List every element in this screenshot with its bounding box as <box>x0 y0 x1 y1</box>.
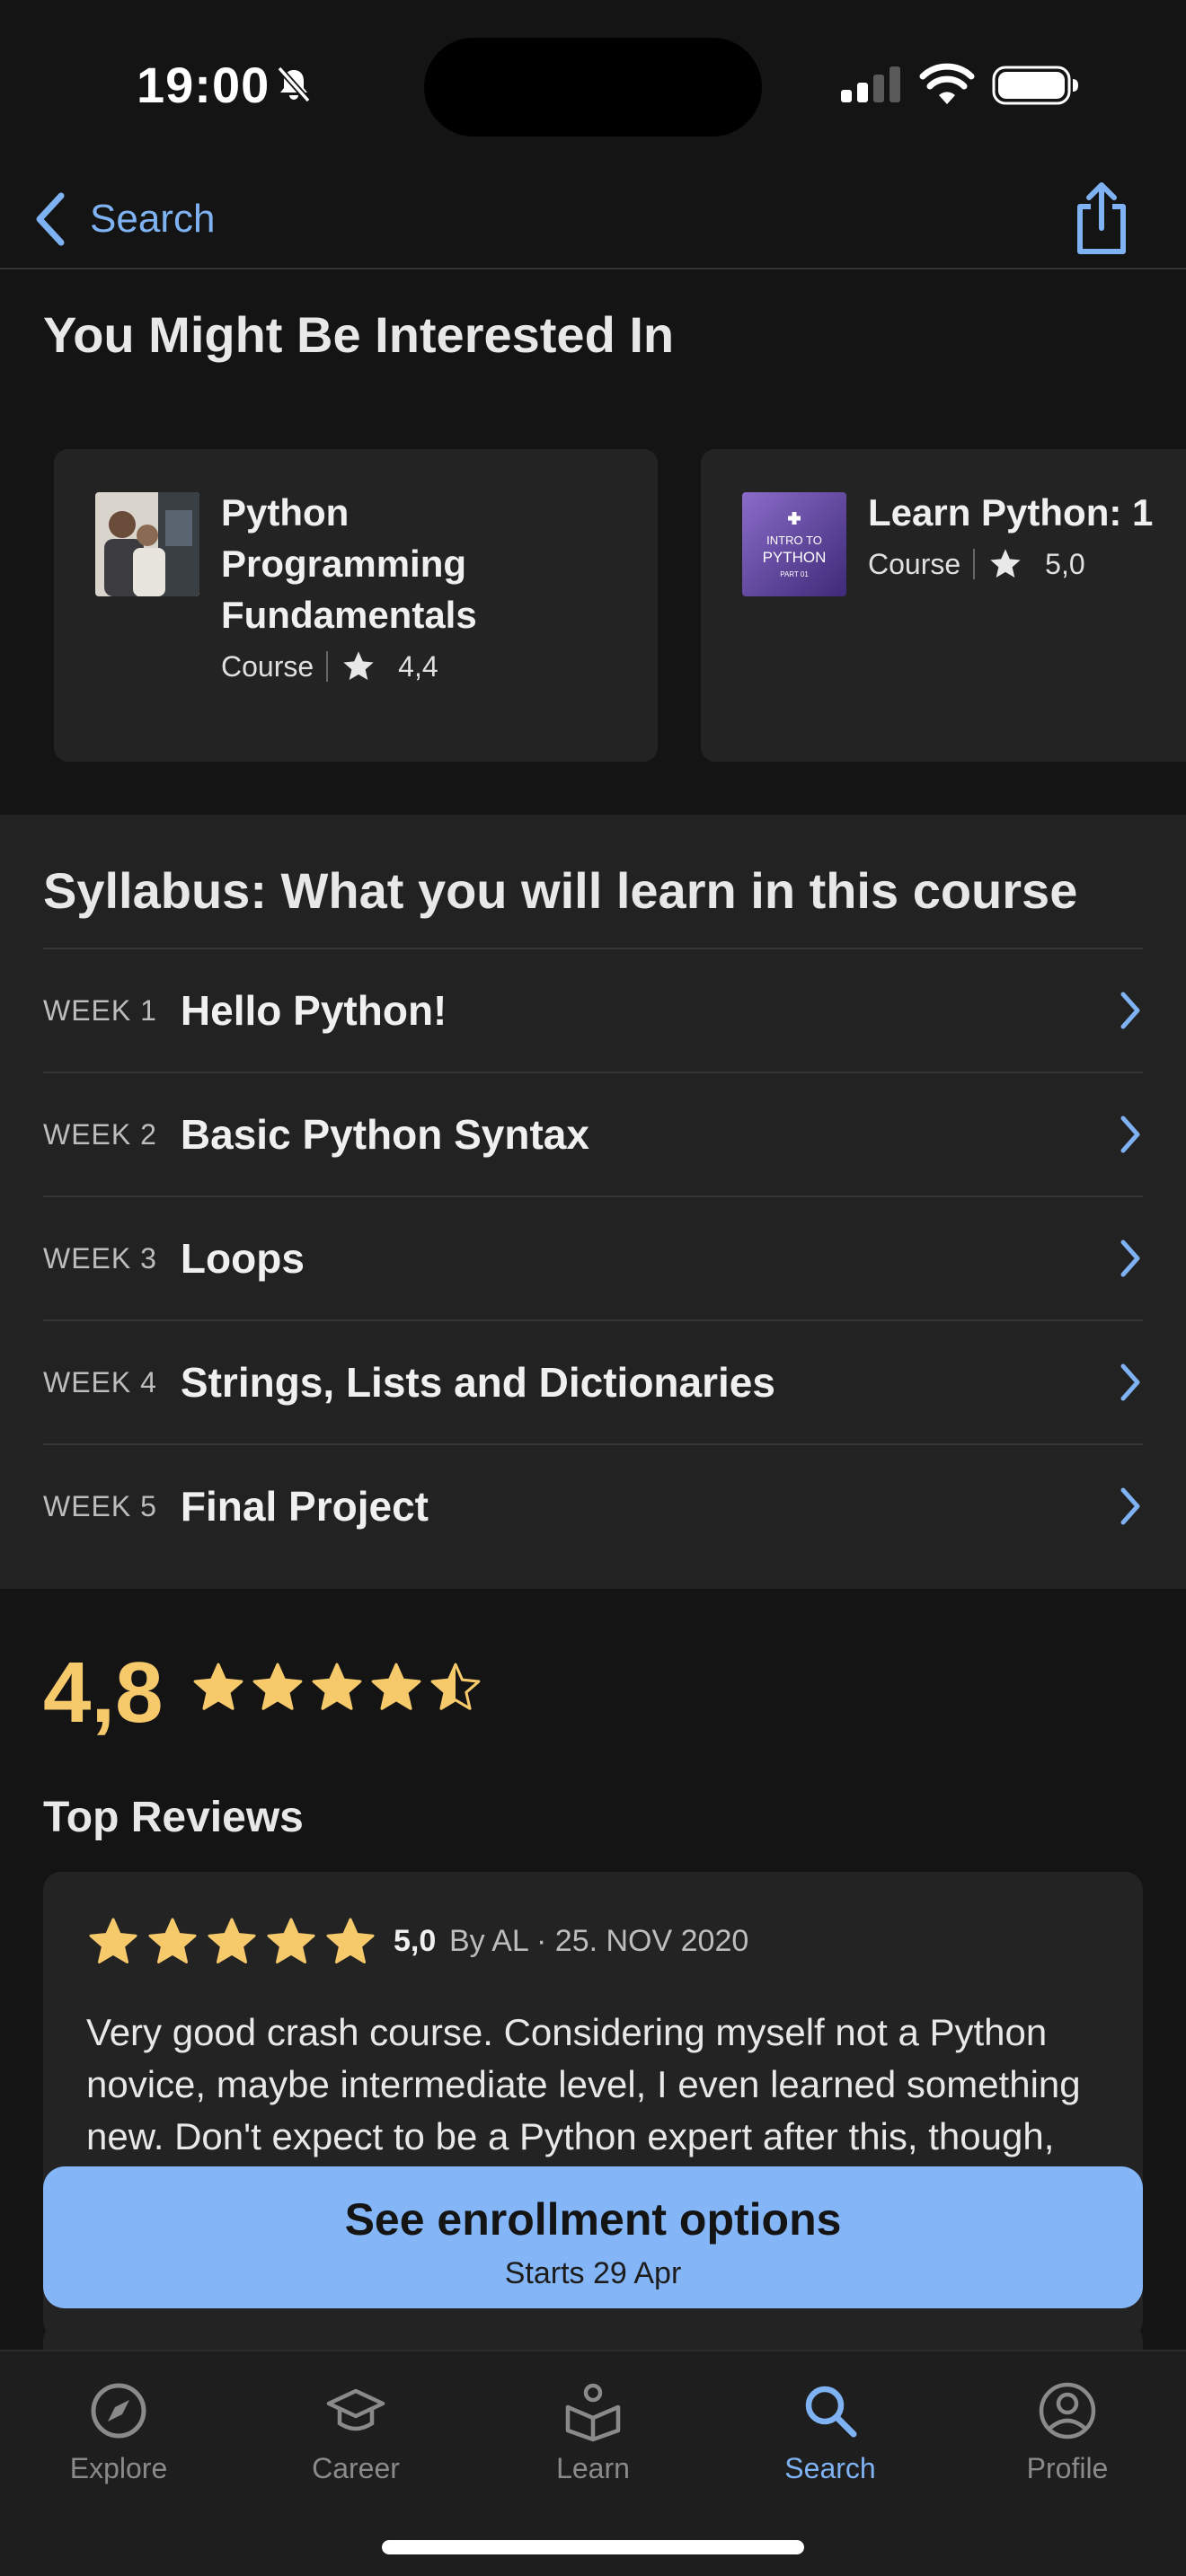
bell-muted-icon <box>277 66 311 103</box>
recommended-course-name: Learn Python: 1 <box>868 491 1154 534</box>
course-rating: 4,4 <box>398 649 438 683</box>
recommended-course-meta: Course 5,0 <box>868 546 1085 582</box>
search-icon <box>805 2386 857 2438</box>
review-byline: By AL · 25. NOV 2020 <box>449 1924 749 1958</box>
star-filled-icon <box>252 1663 303 1710</box>
home-indicator <box>382 2540 804 2554</box>
tab-label: Career <box>312 2452 400 2484</box>
overall-rating: 4,8 <box>43 1645 164 1741</box>
back-button[interactable]: Search <box>32 183 215 255</box>
week-label: WEEK 1 <box>43 993 157 1027</box>
wifi-icon <box>919 63 975 104</box>
week-name: Loops <box>180 1235 305 1282</box>
star-half-icon <box>430 1663 481 1710</box>
rating-stars <box>190 1660 487 1716</box>
tab-search[interactable]: Search <box>712 2378 949 2513</box>
course-thumbnail <box>95 492 199 596</box>
week-name: Final Project <box>180 1483 429 1530</box>
tab-label: Explore <box>69 2452 168 2484</box>
chevron-right-icon <box>1120 1363 1140 1401</box>
week-label: WEEK 2 <box>43 1117 157 1151</box>
status-bar: 19:00 <box>0 0 1186 171</box>
chevron-right-icon <box>1120 1116 1140 1153</box>
week-name: Basic Python Syntax <box>180 1111 589 1158</box>
star-icon <box>990 549 1021 578</box>
tab-label: Profile <box>1026 2452 1109 2484</box>
recommended-title: You Might Be Interested In <box>43 306 675 363</box>
course-type-label: Course <box>868 547 961 580</box>
dynamic-island <box>424 38 762 137</box>
meta-divider <box>973 549 976 579</box>
week-label: WEEK 5 <box>43 1489 157 1522</box>
share-icon[interactable] <box>1069 180 1134 259</box>
review-stars <box>86 1915 383 1969</box>
back-label: Search <box>90 197 216 241</box>
see-enrollment-options-button[interactable]: See enrollment options Starts 29 Apr <box>43 2166 1143 2308</box>
recommended-course-card[interactable]: Python Programming Fundamentals Course 4… <box>54 449 658 762</box>
syllabus-week-row[interactable]: WEEK 1 Hello Python! <box>43 948 1143 1072</box>
syllabus-section: Syllabus: What you will learn in this co… <box>0 815 1186 1589</box>
week-label: WEEK 3 <box>43 1241 157 1275</box>
graduation-cap-icon <box>326 2388 385 2431</box>
course-thumbnail: INTRO TO PYTHON PART 01 <box>742 492 846 596</box>
battery-icon <box>992 66 1078 105</box>
profile-icon <box>1039 2382 1096 2439</box>
week-name: Hello Python! <box>180 987 447 1034</box>
star-filled-icon <box>148 1918 197 1963</box>
chevron-right-icon <box>1120 992 1140 1029</box>
star-filled-icon <box>371 1663 421 1710</box>
recommended-course-name: Python Programming Fundamentals <box>221 491 477 636</box>
course-page: 19:00 Search You Might Be Interested In … <box>0 0 1186 2576</box>
review-score: 5,0 <box>394 1924 437 1958</box>
learn-book-icon <box>565 2383 621 2442</box>
tab-learn[interactable]: Learn <box>474 2378 712 2513</box>
top-reviews-title: Top Reviews <box>43 1794 304 1841</box>
tab-label: Learn <box>556 2452 630 2484</box>
star-filled-icon <box>193 1663 243 1710</box>
meta-divider <box>326 651 329 682</box>
chevron-right-icon <box>1120 1239 1140 1277</box>
recommended-course-card[interactable]: INTRO TO PYTHON PART 01 Learn Python: 1 … <box>701 449 1186 762</box>
status-time: 19:00 <box>137 57 270 113</box>
thumb-text: INTRO TO <box>766 534 822 547</box>
syllabus-title: Syllabus: What you will learn in this co… <box>43 862 1078 919</box>
thumb-text: PYTHON <box>763 549 827 566</box>
course-rating: 5,0 <box>1045 547 1085 580</box>
syllabus-week-row[interactable]: WEEK 3 Loops <box>43 1195 1143 1319</box>
star-icon <box>343 651 374 680</box>
compass-icon <box>91 2383 146 2439</box>
star-filled-icon <box>326 1918 375 1963</box>
syllabus-week-row[interactable]: WEEK 5 Final Project <box>43 1443 1143 1567</box>
review-text: Very good crash course. Considering myse… <box>86 2011 1081 2157</box>
chevron-left-icon <box>36 192 65 246</box>
recommended-course-meta: Course 4,4 <box>221 648 438 684</box>
star-filled-icon <box>89 1918 137 1963</box>
navigation-bar: Search <box>0 171 1186 269</box>
tab-label: Search <box>784 2452 876 2484</box>
star-filled-icon <box>208 1918 256 1963</box>
syllabus-week-row[interactable]: WEEK 4 Strings, Lists and Dictionaries <box>43 1319 1143 1443</box>
tab-career[interactable]: Career <box>237 2378 474 2513</box>
week-name: Strings, Lists and Dictionaries <box>180 1359 775 1406</box>
syllabus-week-row[interactable]: WEEK 2 Basic Python Syntax <box>43 1072 1143 1195</box>
thumb-text: PART 01 <box>780 570 809 578</box>
star-filled-icon <box>312 1663 362 1710</box>
cellular-signal-icon <box>841 66 900 102</box>
course-type-label: Course <box>221 649 314 683</box>
enroll-start-date: Starts 29 Apr <box>504 2256 682 2290</box>
tab-explore[interactable]: Explore <box>0 2378 237 2513</box>
star-filled-icon <box>267 1918 315 1963</box>
tab-profile[interactable]: Profile <box>949 2378 1186 2513</box>
enroll-button-label: See enrollment options <box>344 2194 842 2245</box>
week-label: WEEK 4 <box>43 1365 157 1398</box>
chevron-right-icon <box>1120 1487 1140 1525</box>
